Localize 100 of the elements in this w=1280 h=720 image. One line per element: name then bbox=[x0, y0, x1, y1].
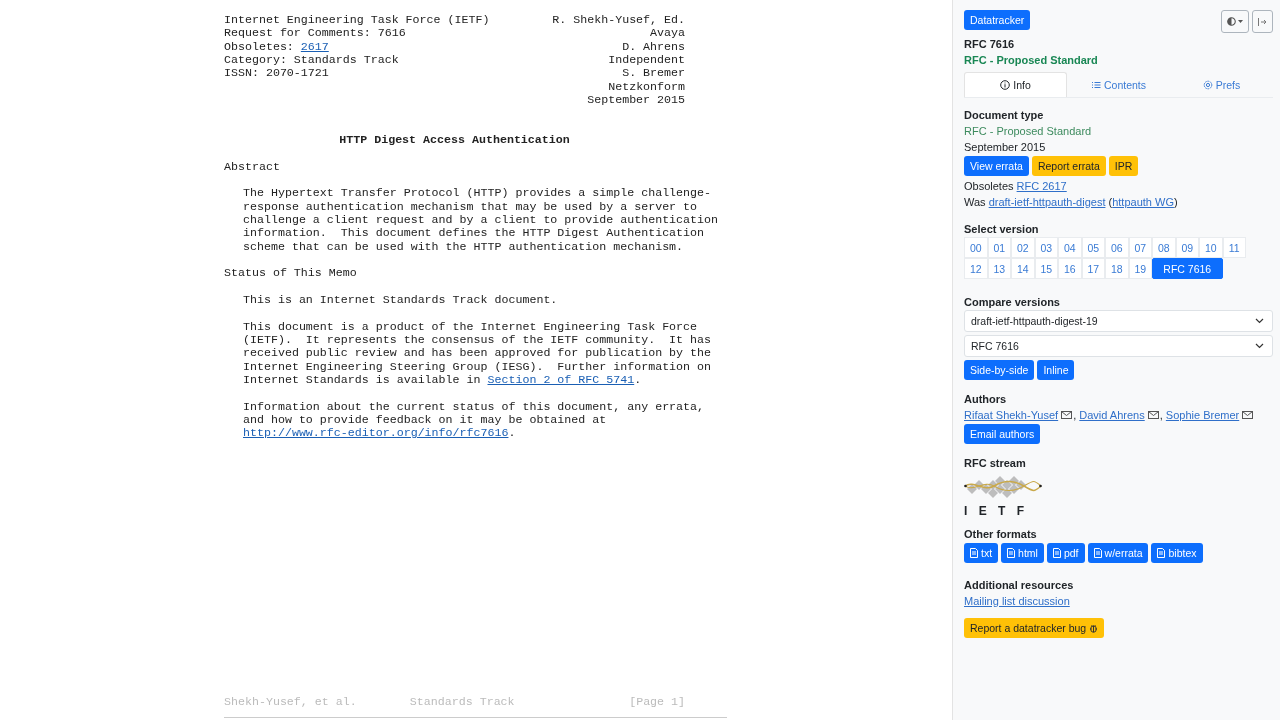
collapse-icon bbox=[1258, 17, 1267, 26]
tab[interactable]: Info bbox=[964, 72, 1067, 97]
list-icon bbox=[1091, 80, 1101, 90]
datatracker-button[interactable]: Datatracker bbox=[964, 10, 1031, 30]
section-heading: RFC stream bbox=[964, 456, 1027, 471]
file-icon bbox=[1093, 548, 1102, 558]
link[interactable]: http://www.rfc-editor.org/info/rfc7616 bbox=[243, 426, 509, 440]
paragraph: The Hypertext Transfer Protocol (HTTP) provides a simple challenge- response authentication mechanism that may be used by a server to challenge a client request and by a client to provide authentication information. This document defines the HTTP Digest Authentication scheme that can be used with the HTTP authentication mechanism. bbox=[243, 186, 718, 253]
header-text: S. Bremer bbox=[622, 66, 686, 80]
paragraph: Information about the current status of this document, any errata, and how to provide feedback on it may be obtained at http://www.rfc-editor.org/info/rfc7616. bbox=[243, 399, 705, 440]
file-icon bbox=[970, 548, 978, 558]
compare-button[interactable]: Inline bbox=[1037, 360, 1075, 380]
version-button[interactable]: 15 bbox=[1034, 258, 1058, 279]
envelope-icon bbox=[1147, 411, 1159, 419]
info-icon bbox=[1000, 80, 1011, 90]
format-button[interactable]: pdf bbox=[1046, 543, 1085, 563]
tab[interactable]: Prefs bbox=[1170, 72, 1273, 97]
document-title: HTTP Digest Access Authentication bbox=[338, 132, 571, 147]
version-button[interactable]: 14 bbox=[1011, 258, 1035, 279]
version-button[interactable]: 05 bbox=[1081, 237, 1105, 258]
settings-icon bbox=[1202, 80, 1213, 90]
author-link[interactable]: Rifaat Shekh-Yusef bbox=[964, 407, 1059, 423]
collapse-sidebar-button[interactable] bbox=[1252, 10, 1273, 33]
publication-date: September 2015 bbox=[964, 140, 1047, 155]
link[interactable]: RFC 2617 bbox=[1016, 180, 1067, 192]
version-select[interactable]: RFC 7616 bbox=[964, 335, 1273, 357]
header-text: D. Ahrens bbox=[622, 39, 686, 53]
format-button[interactable]: bibtex bbox=[1151, 543, 1203, 563]
contrast-icon bbox=[1227, 17, 1236, 26]
version-button[interactable]: 10 bbox=[1199, 237, 1223, 258]
file-icon bbox=[1052, 548, 1061, 558]
chevron-down-icon bbox=[1255, 343, 1264, 349]
author-link[interactable]: Sophie Bremer bbox=[1165, 407, 1240, 423]
section-heading: Document type bbox=[964, 108, 1045, 123]
section-heading: Other formats bbox=[964, 527, 1038, 542]
section-heading: Compare versions bbox=[964, 295, 1061, 310]
format-button[interactable]: w/errata bbox=[1087, 543, 1149, 563]
document-status: RFC - Proposed Standard bbox=[964, 124, 1093, 139]
action-button[interactable]: IPR bbox=[1108, 156, 1139, 176]
version-button[interactable]: 01 bbox=[987, 237, 1011, 258]
link[interactable]: httpauth WG bbox=[1112, 196, 1174, 208]
version-button[interactable]: 19 bbox=[1128, 258, 1152, 279]
file-icon bbox=[1157, 548, 1166, 558]
format-button[interactable]: html bbox=[1001, 543, 1044, 563]
info-text: Obsoletes RFC 2617 bbox=[964, 179, 1068, 194]
header-text: R. Shekh-Yusef, Ed. bbox=[552, 13, 686, 27]
paragraph: This is an Internet Standards Track document. bbox=[243, 292, 558, 306]
header-text: Internet Engineering Task Force (IETF) bbox=[224, 13, 490, 27]
version-button[interactable]: 00 bbox=[964, 237, 988, 258]
tab[interactable]: Contents bbox=[1067, 72, 1170, 97]
version-button[interactable]: 03 bbox=[1034, 237, 1058, 258]
section-heading: Status of This Memo bbox=[224, 266, 357, 280]
version-button[interactable]: 07 bbox=[1128, 237, 1152, 258]
header-text: September 2015 bbox=[587, 92, 686, 107]
version-button[interactable]: 16 bbox=[1058, 258, 1082, 279]
stream-name: I E T F bbox=[964, 504, 1025, 518]
version-button[interactable]: 09 bbox=[1175, 237, 1199, 258]
author-link[interactable]: David Ahrens bbox=[1079, 407, 1145, 423]
file-icon bbox=[1007, 548, 1016, 558]
page-footer-text: [Page 1] bbox=[629, 694, 686, 708]
header-text: Request for Comments: 7616 bbox=[224, 26, 406, 40]
action-button[interactable]: Report errata bbox=[1031, 156, 1106, 176]
header-text: ISSN: 2070-1721 bbox=[224, 66, 329, 80]
link[interactable]: Section 2 of RFC 5741 bbox=[487, 372, 635, 386]
info-text: Was draft-ietf-httpauth-digest (httpauth WG) bbox=[964, 195, 1179, 210]
link[interactable]: 2617 bbox=[300, 39, 329, 53]
section-heading: Authors bbox=[964, 392, 1008, 407]
theme-button[interactable] bbox=[1221, 10, 1249, 33]
section-heading: Abstract bbox=[224, 159, 280, 173]
page-footer-text: Standards Track bbox=[409, 694, 516, 708]
resource-link[interactable]: Mailing list discussion bbox=[964, 593, 1070, 609]
header-text: Independent bbox=[608, 53, 686, 67]
header-text: Category: Standards Track bbox=[224, 53, 399, 67]
envelope-icon bbox=[1242, 411, 1254, 419]
document-name: RFC 7616 bbox=[964, 37, 1016, 52]
email-authors-button[interactable]: Email authors bbox=[964, 424, 1041, 444]
version-select[interactable]: draft-ietf-httpauth-digest-19 bbox=[964, 310, 1273, 332]
version-button[interactable]: RFC 7616 bbox=[1152, 258, 1223, 279]
version-button[interactable]: 04 bbox=[1058, 237, 1082, 258]
version-button[interactable]: 13 bbox=[987, 258, 1011, 279]
version-button[interactable]: 06 bbox=[1105, 237, 1129, 258]
header-text: Obsoletes: 2617 bbox=[224, 39, 329, 53]
chevron-down-icon bbox=[1255, 318, 1264, 324]
link[interactable]: draft-ietf-httpauth-digest bbox=[988, 196, 1106, 208]
version-button[interactable]: 02 bbox=[1011, 237, 1035, 258]
paragraph: This document is a product of the Internet Engineering Task Force (IETF). It represents the consensus of the IETF community. It has received public review and has been approved for publication by the Internet Engineering Steering Group (IESG). Further information on Internet Standards is available in Section 2 of RFC 5741. bbox=[243, 319, 712, 386]
version-button[interactable]: 17 bbox=[1081, 258, 1105, 279]
header-text: Netzkonform bbox=[608, 79, 686, 93]
caret-icon bbox=[1238, 20, 1243, 23]
action-button[interactable]: View errata bbox=[964, 156, 1029, 176]
format-button[interactable]: txt bbox=[964, 543, 999, 563]
bug-icon bbox=[1089, 623, 1099, 633]
version-button[interactable]: 12 bbox=[964, 258, 988, 279]
version-button[interactable]: 18 bbox=[1105, 258, 1129, 279]
report-bug-button[interactable]: Report a datatracker bug bbox=[964, 618, 1105, 638]
version-button[interactable]: 08 bbox=[1152, 237, 1176, 258]
section-heading: Select version bbox=[964, 222, 1040, 237]
version-button[interactable]: 11 bbox=[1222, 237, 1246, 258]
page-footer-text: Shekh-Yusef, et al. bbox=[224, 694, 358, 708]
compare-button[interactable]: Side-by-side bbox=[964, 360, 1035, 380]
